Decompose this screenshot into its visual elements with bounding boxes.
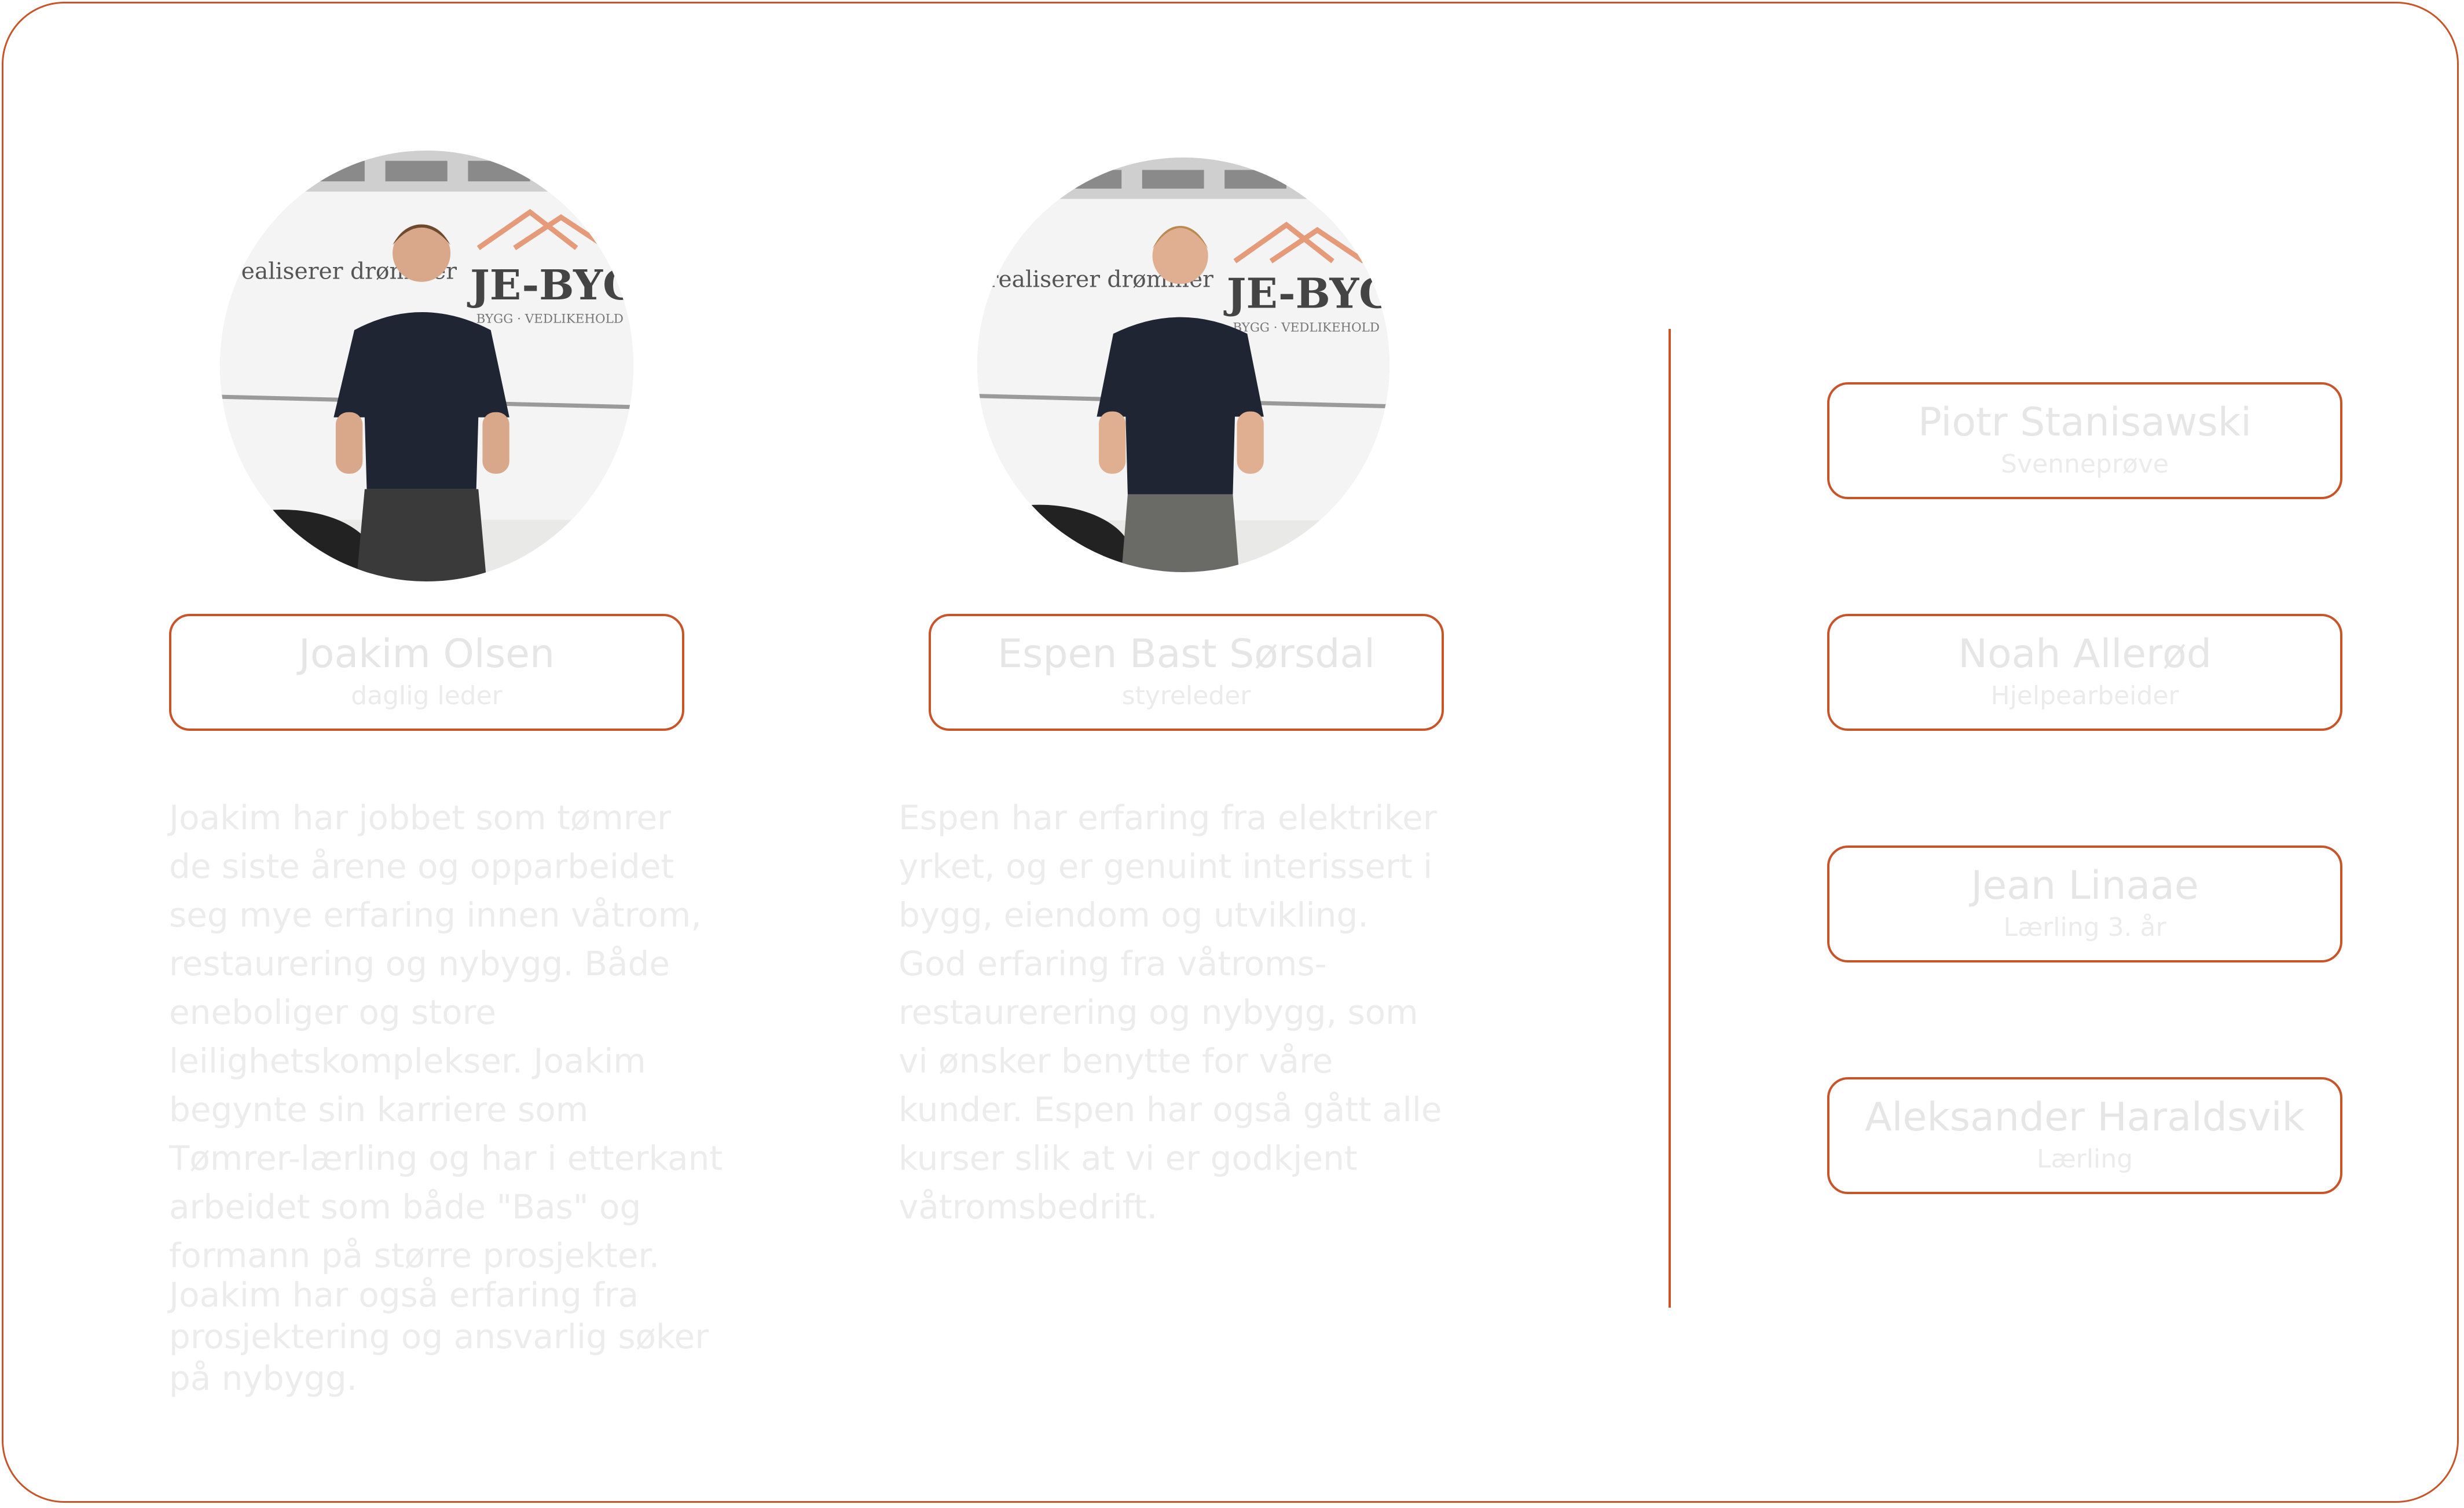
member-card-piotr: Piotr Stanisawski Svenneprøve (1827, 382, 2342, 499)
member-card-aleksander: Aleksander Haraldsvik Lærling (1827, 1077, 2342, 1194)
member-role: Hjelpearbeider (1990, 681, 2179, 711)
member-card-joakim: Joakim Olsen daglig leder (169, 614, 684, 731)
van-logo-text: JE-BYGG (467, 261, 633, 309)
member-name: Aleksander Haraldsvik (1865, 1095, 2305, 1140)
member-card-noah: Noah Allerød Hjelpearbeider (1827, 614, 2342, 731)
member-role: daglig leder (351, 681, 503, 711)
member-name: Piotr Stanisawski (1917, 400, 2252, 445)
van-logo-text: JE-BYGG (1223, 269, 1389, 317)
member-card-jean: Jean Linaae Lærling 3. år (1827, 845, 2342, 962)
van-logo-subtext: BYGG · VEDLIKEHOLD (1233, 321, 1380, 335)
team-photo-joakim: realiserer drømmer JE-BYGG BYGG · VEDLIK… (220, 151, 633, 581)
vertical-divider (1669, 329, 1671, 1308)
member-role: Svenneprøve (2001, 449, 2169, 479)
member-bio-joakim: Joakim har jobbet som tømrer de siste år… (169, 798, 723, 1275)
person-photo-illustration: realiserer drømmer JE-BYGG BYGG · VEDLIK… (977, 158, 1389, 572)
member-bio-joakim-extra: Joakim har også erfaring fra prosjekteri… (169, 1275, 709, 1398)
member-name: Joakim Olsen (298, 631, 555, 677)
member-card-espen: Espen Bast Sørsdal styreleder (929, 614, 1444, 731)
member-name: Noah Allerød (1958, 631, 2212, 677)
member-role: Lærling 3. år (2003, 913, 2166, 942)
person-photo-illustration: realiserer drømmer JE-BYGG BYGG · VEDLIK… (220, 151, 633, 581)
member-bio-espen: Espen har erfaring fra elektriker yrket,… (899, 798, 1442, 1227)
member-name: Jean Linaae (1971, 863, 2199, 909)
van-logo-subtext: BYGG · VEDLIKEHOLD (476, 312, 624, 327)
member-name: Espen Bast Sørsdal (997, 631, 1375, 677)
team-photo-espen: realiserer drømmer JE-BYGG BYGG · VEDLIK… (977, 158, 1389, 572)
member-role: styreleder (1121, 681, 1251, 711)
member-role: Lærling (2036, 1144, 2133, 1174)
